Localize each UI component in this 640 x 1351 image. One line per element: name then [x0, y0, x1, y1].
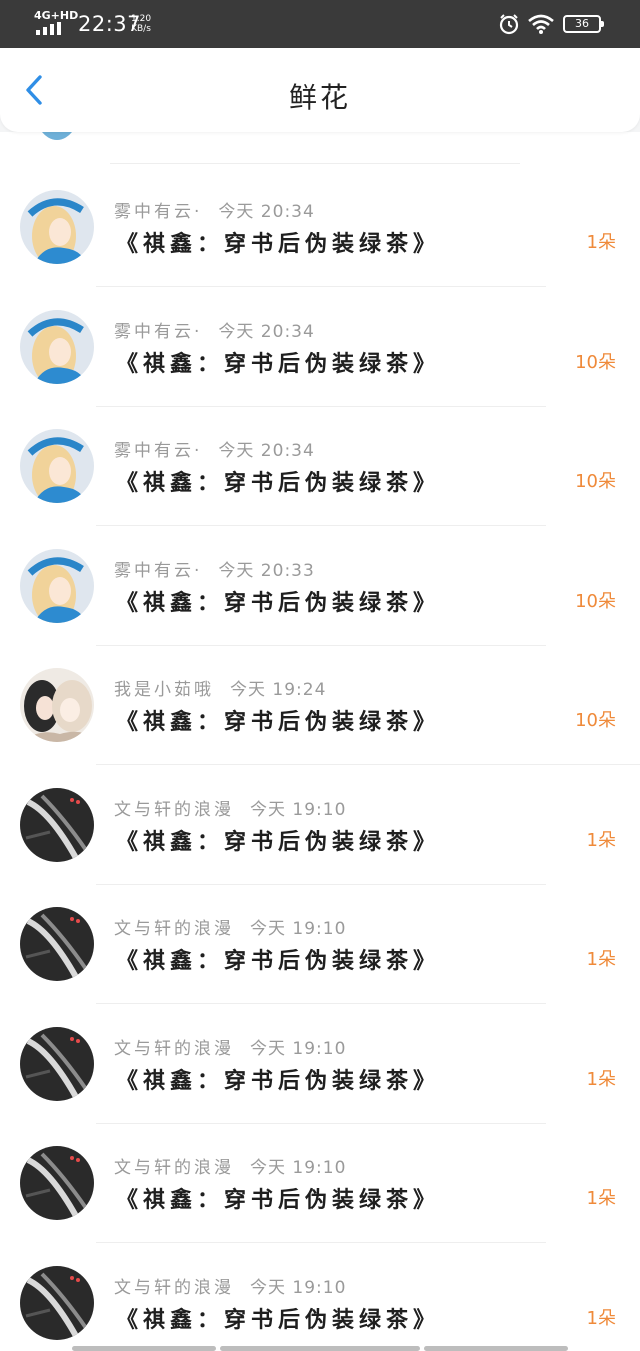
gift-meta: 文与轩的浪漫 今天 19:10 [114, 1153, 346, 1178]
avatar[interactable] [20, 907, 94, 981]
flower-count: 10朵 [575, 590, 616, 612]
avatar[interactable] [20, 1026, 94, 1101]
gift-time: 今天 20:34 [218, 202, 315, 222]
gift-time: 今天 20:34 [218, 321, 315, 342]
wifi-icon [528, 14, 554, 34]
list-item[interactable]: 文与轩的浪漫 今天 19:10 《祺鑫：穿书后伪装绿茶》 1朵 [0, 766, 640, 885]
book-title[interactable]: 《祺鑫：穿书后伪装绿茶》 [116, 943, 440, 975]
user-name[interactable]: 雾中有云· [114, 441, 202, 461]
list-item[interactable]: 我是小茹哦 今天 19:24 《祺鑫：穿书后伪装绿茶》 10朵 [0, 646, 640, 765]
gift-meta: 文与轩的浪漫 今天 19:10 [114, 1034, 346, 1059]
speed-unit: KB/s [131, 24, 151, 34]
user-name[interactable]: 文与轩的浪漫 [114, 919, 234, 939]
list-item[interactable]: 雾中有云· 今天 20:34 《祺鑫：穿书后伪装绿茶》 10朵 [0, 407, 640, 526]
alarm-icon [499, 14, 519, 35]
gift-time: 今天 19:10 [250, 799, 347, 820]
list-item[interactable]: 雾中有云· 今天 20:33 《祺鑫：穿书后伪装绿茶》 10朵 [0, 527, 640, 646]
flower-count: 1朵 [586, 949, 616, 970]
gift-time: 今天 19:10 [250, 919, 347, 939]
book-title[interactable]: 《祺鑫：穿书后伪装绿茶》 [116, 585, 440, 617]
gift-time: 今天 19:24 [230, 680, 327, 700]
user-name[interactable]: 雾中有云· [114, 202, 202, 222]
network-type: 4G+HD [34, 9, 79, 22]
flower-count: 10朵 [575, 471, 616, 492]
gift-list[interactable]: 雾中有云· 今天 20:34 《祺鑫：穿书后伪装绿茶》 1朵 雾中有云· 今天 20:34… [0, 132, 640, 1351]
list-item[interactable]: 文与轩的浪漫 今天 19:10 《祺鑫：穿书后伪装绿茶》 1朵 [0, 1005, 640, 1124]
user-name[interactable]: 文与轩的浪漫 [114, 1158, 234, 1178]
book-title[interactable]: 《祺鑫：穿书后伪装绿茶》 [116, 1302, 440, 1334]
gift-meta: 雾中有云· 今天 20:34 [114, 436, 315, 461]
status-bar: 4G+HD 22:37 1.20 KB/s 36 [0, 0, 640, 48]
flower-count: 1朵 [586, 232, 616, 253]
user-name[interactable]: 文与轩的浪漫 [114, 800, 234, 820]
page-title: 鲜花 [288, 81, 351, 114]
gift-meta: 文与轩的浪漫 今天 19:10 [114, 914, 346, 939]
home-indicator [72, 1346, 216, 1351]
book-title[interactable]: 《祺鑫：穿书后伪装绿茶》 [116, 704, 440, 736]
avatar[interactable] [20, 1146, 94, 1220]
book-title[interactable]: 《祺鑫：穿书后伪装绿茶》 [116, 1063, 440, 1095]
home-indicator [424, 1346, 568, 1351]
avatar[interactable] [20, 429, 94, 503]
avatar[interactable] [20, 548, 94, 623]
flower-count: 1朵 [586, 1188, 616, 1209]
book-title[interactable]: 《祺鑫：穿书后伪装绿茶》 [116, 1182, 440, 1214]
gift-time: 今天 19:10 [250, 1158, 347, 1178]
user-name[interactable]: 文与轩的浪漫 [114, 1278, 234, 1298]
network-speed: 1.20 KB/s [131, 14, 151, 34]
list-item[interactable]: 文与轩的浪漫 今天 19:10 《祺鑫：穿书后伪装绿茶》 1朵 [0, 885, 640, 1004]
flower-count: 1朵 [586, 1068, 616, 1090]
flower-count: 10朵 [575, 351, 616, 373]
home-indicator [220, 1346, 420, 1351]
user-name[interactable]: 雾中有云· [114, 561, 202, 581]
battery-icon: 36 [563, 15, 604, 33]
signal-icon [36, 22, 61, 35]
book-title[interactable]: 《祺鑫：穿书后伪装绿茶》 [116, 226, 440, 258]
list-item[interactable]: 文与轩的浪漫 今天 19:10 《祺鑫：穿书后伪装绿茶》 1朵 [0, 1244, 640, 1351]
gift-meta: 雾中有云· 今天 20:34 [114, 317, 315, 342]
gift-time: 今天 19:10 [250, 1277, 347, 1298]
avatar[interactable] [20, 309, 94, 384]
avatar[interactable] [20, 1265, 94, 1340]
gift-time: 今天 19:10 [250, 1038, 347, 1059]
book-title[interactable]: 《祺鑫：穿书后伪装绿茶》 [116, 346, 440, 378]
gift-time: 今天 20:34 [218, 441, 315, 461]
gift-meta: 文与轩的浪漫 今天 19:10 [114, 1273, 346, 1298]
divider [110, 163, 520, 164]
avatar[interactable] [20, 190, 94, 264]
flower-count: 1朵 [586, 1307, 616, 1329]
avatar [34, 132, 80, 140]
list-item[interactable]: 雾中有云· 今天 20:34 《祺鑫：穿书后伪装绿茶》 10朵 [0, 288, 640, 407]
user-name[interactable]: 文与轩的浪漫 [114, 1039, 234, 1059]
header: 鲜花 [0, 48, 640, 132]
user-name[interactable]: 我是小茹哦 [114, 680, 214, 700]
avatar[interactable] [20, 787, 94, 862]
book-title[interactable]: 《祺鑫：穿书后伪装绿茶》 [116, 824, 440, 856]
speed-value: 1.20 [131, 14, 152, 24]
gift-meta: 文与轩的浪漫 今天 19:10 [114, 795, 346, 820]
avatar[interactable] [20, 668, 94, 742]
list-item[interactable]: 雾中有云· 今天 20:34 《祺鑫：穿书后伪装绿茶》 1朵 [0, 168, 640, 287]
user-name[interactable]: 雾中有云· [114, 322, 202, 342]
list-item[interactable]: 文与轩的浪漫 今天 19:10 《祺鑫：穿书后伪装绿茶》 1朵 [0, 1124, 640, 1243]
book-title[interactable]: 《祺鑫：穿书后伪装绿茶》 [116, 465, 440, 497]
gift-meta: 我是小茹哦 今天 19:24 [114, 675, 326, 700]
flower-count: 10朵 [575, 710, 616, 731]
flower-count: 1朵 [586, 829, 616, 851]
gift-meta: 雾中有云· 今天 20:33 [114, 556, 315, 581]
gift-meta: 雾中有云· 今天 20:34 [114, 197, 315, 222]
gift-time: 今天 20:33 [218, 560, 315, 581]
